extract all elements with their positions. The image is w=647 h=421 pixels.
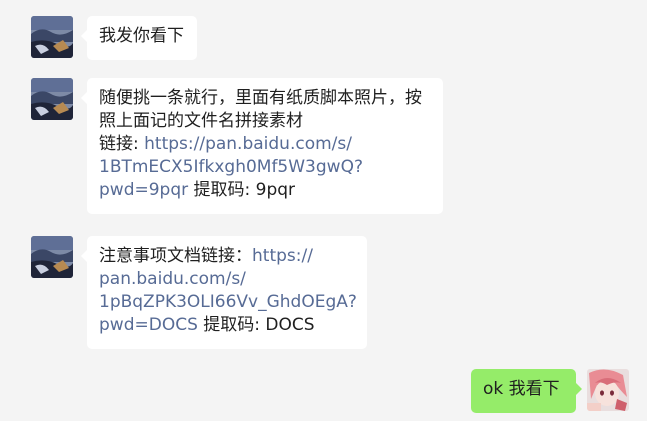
my-avatar[interactable] xyxy=(587,369,629,411)
share-link[interactable]: https:// xyxy=(252,246,313,266)
extraction-code: 提取码: DOCS xyxy=(197,315,315,335)
message-bubble[interactable]: 我发你看下 xyxy=(81,16,197,60)
my-message-bubble[interactable]: ok 我看下 xyxy=(471,369,582,413)
message-text: 照上面记的文件名拼接素材 xyxy=(99,111,303,131)
link-label: 链接: xyxy=(99,134,145,154)
message-bubble[interactable]: 随便挑一条就行，里面有纸质脚本照片，按 照上面记的文件名拼接素材 链接: htt… xyxy=(81,78,443,214)
message-text: 注意事项文档链接： xyxy=(99,246,252,266)
share-link[interactable]: pwd=DOCS xyxy=(99,315,198,335)
message-text: 随便挑一条就行，里面有纸质脚本照片，按 xyxy=(99,88,422,108)
share-link[interactable]: pwd=9pqr xyxy=(99,180,188,200)
message-text: ok 我看下 xyxy=(483,379,560,399)
message-text: 我发你看下 xyxy=(99,26,184,46)
message-bubble[interactable]: 注意事项文档链接：https:// pan.baidu.com/s/ 1pBqZ… xyxy=(81,236,367,349)
share-link[interactable]: pan.baidu.com/s/ xyxy=(99,268,355,291)
landscape-avatar-icon xyxy=(31,236,73,278)
landscape-avatar-icon xyxy=(31,78,73,120)
contact-avatar[interactable] xyxy=(31,16,73,58)
share-link[interactable]: 1BTmECX5Ifkxgh0Mf5W3gwQ? xyxy=(99,156,431,179)
share-link[interactable]: 1pBqZPK3OLI66Vv_GhdOEgA? xyxy=(99,291,357,314)
share-link[interactable]: https://pan.baidu.com/s/ xyxy=(144,134,352,154)
landscape-avatar-icon xyxy=(31,16,73,58)
extraction-code: 提取码: 9pqr xyxy=(188,180,296,200)
contact-avatar[interactable] xyxy=(31,236,73,278)
contact-avatar[interactable] xyxy=(31,78,73,120)
anime-girl-avatar-icon xyxy=(587,369,629,411)
